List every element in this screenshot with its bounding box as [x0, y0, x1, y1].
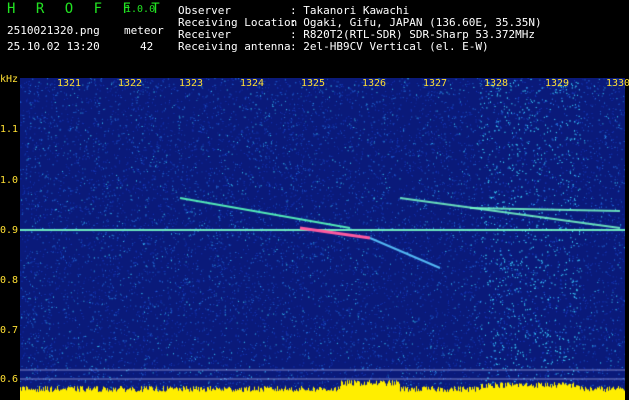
datetime: 25.10.02 13:20 — [7, 40, 100, 53]
antenna-value: : 2el-HB9CV Vertical (el. E-W) — [290, 40, 489, 53]
y-tick: 1.1 — [0, 124, 19, 135]
y-tick: 1.0 — [0, 175, 19, 186]
app-version: 1.0.0 — [125, 4, 156, 15]
y-tick: 0.8 — [0, 275, 19, 286]
waterfall-spectrogram — [20, 78, 625, 400]
spectrogram-canvas — [20, 78, 625, 400]
y-tick: 0.6 — [0, 374, 19, 385]
file-name: 2510021320.png — [7, 24, 100, 37]
y-tick: 0.7 — [0, 325, 19, 336]
meteor-count: 42 — [140, 40, 154, 53]
y-axis-unit: kHz — [0, 74, 19, 85]
antenna-label: Receiving antenna — [178, 40, 291, 53]
meteor-label: meteor — [124, 24, 164, 37]
y-tick: 0.9 — [0, 225, 19, 236]
header-panel: H R O F F T 1.0.0 2510021320.png meteor … — [0, 0, 629, 72]
y-axis: kHz 1.1 1.0 0.9 0.8 0.7 0.6 — [0, 72, 20, 400]
